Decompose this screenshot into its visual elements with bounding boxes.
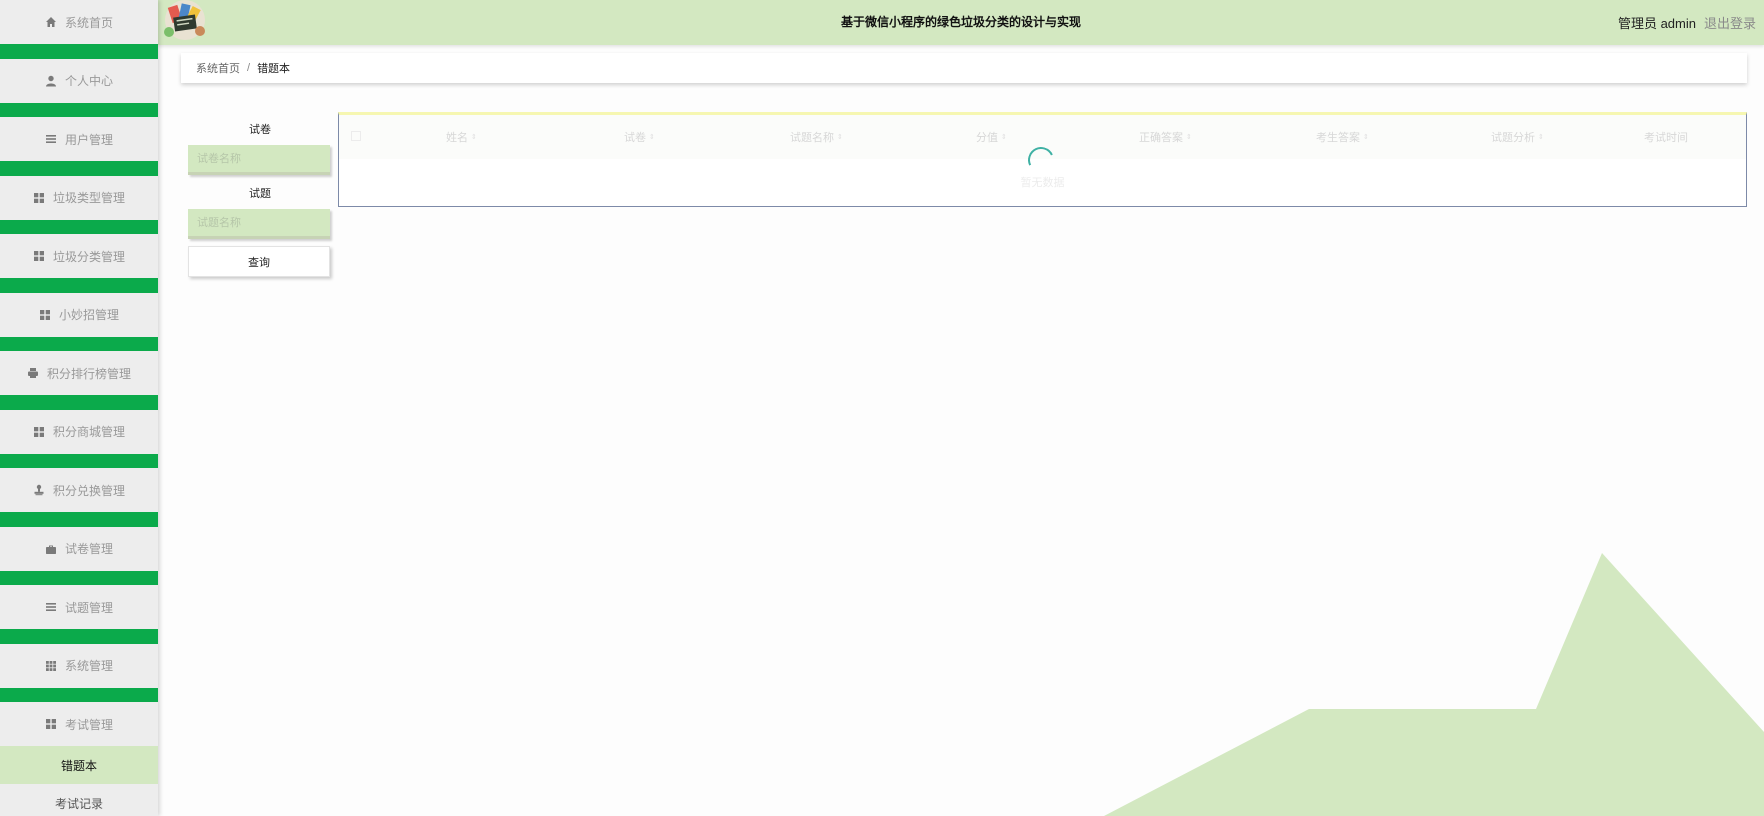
menu-divider (0, 512, 158, 527)
column-label: 试题名称 (790, 132, 834, 144)
sort-icon: ⇕ (1538, 134, 1544, 141)
current-user: 管理员 admin (1617, 16, 1696, 31)
sidebar-subitem-label: 错题本 (60, 758, 97, 773)
data-table: 姓名 ⇕ 试卷 ⇕ 试题名称 ⇕ 分值 ⇕ 正确答案 ⇕ 考生答案 ⇕ 试题分析 ⇕ 考试时间… (338, 112, 1747, 207)
breadcrumb-separator: / (247, 62, 251, 74)
sidebar-item-points-exchange[interactable]: 积分兑换管理 (0, 468, 158, 512)
column-header-paper[interactable]: 试卷 ⇕ (624, 115, 655, 159)
grid-icon (33, 250, 45, 262)
breadcrumb: 系统首页 / 错题本 (181, 53, 1747, 83)
question-name-input[interactable] (188, 209, 330, 239)
menu-divider (0, 570, 158, 585)
column-label: 试题分析 (1491, 132, 1535, 144)
sidebar-item-leaderboard[interactable]: 积分排行榜管理 (0, 351, 158, 395)
sidebar-item-garbage-type[interactable]: 垃圾类型管理 (0, 175, 158, 220)
site-title: 基于微信小程序的绿色垃圾分类的设计与实现 (840, 15, 1081, 29)
briefcase-icon (45, 543, 57, 555)
menu-divider (0, 278, 158, 293)
grid-icon (33, 426, 45, 438)
column-header-student-answer[interactable]: 考生答案 ⇕ (1316, 115, 1369, 159)
column-label: 分值 (976, 132, 998, 144)
menu-divider (0, 687, 158, 702)
column-label: 正确答案 (1139, 132, 1183, 144)
sidebar-item-home[interactable]: 系统首页 (0, 0, 158, 44)
menu-divider (0, 453, 158, 468)
sidebar-subitem-exam-records[interactable]: 考试记录 (0, 784, 158, 816)
logout-link[interactable]: 退出登录 (1704, 13, 1756, 32)
sort-icon: ⇕ (1363, 134, 1369, 141)
user-area: 管理员 admin 退出登录 (1618, 0, 1756, 45)
sidebar-item-points-mall[interactable]: 积分商城管理 (0, 409, 158, 454)
search-panel: 试卷 试题 查询 (188, 113, 332, 277)
decorative-shape (1104, 553, 1764, 816)
sidebar-item-label: 积分排行榜管理 (46, 366, 131, 381)
column-label: 姓名 (446, 132, 468, 144)
sidebar-item-label: 小妙招管理 (58, 308, 119, 322)
column-label: 试卷 (624, 132, 646, 144)
sidebar-item-label: 个人中心 (64, 74, 113, 88)
sidebar-item-label: 积分兑换管理 (52, 483, 125, 498)
sidebar-subitem-wrong-answers[interactable]: 错题本 (0, 746, 158, 784)
column-header-score[interactable]: 分值 ⇕ (976, 115, 1007, 159)
paper-label: 试卷 (249, 124, 271, 136)
grid-icon (33, 192, 45, 204)
sidebar-item-label: 垃圾类型管理 (52, 191, 125, 205)
column-header-correct-answer[interactable]: 正确答案 ⇕ (1139, 115, 1192, 159)
sidebar-subitem-label: 考试记录 (54, 796, 103, 811)
menu-divider (0, 219, 158, 234)
column-header-name[interactable]: 姓名 ⇕ (446, 115, 477, 159)
sidebar-item-exams[interactable]: 考试管理 (0, 702, 158, 746)
apps-icon (45, 660, 57, 672)
menu-divider (0, 102, 158, 117)
breadcrumb-current: 错题本 (257, 63, 291, 75)
sidebar: 系统首页 个人中心 用户管理 垃圾类型管理 垃圾分类管理 小妙招管理 积分排行榜… (0, 0, 158, 816)
empty-text: 暂无数据 (1020, 177, 1065, 189)
sidebar-item-label: 考试管理 (64, 717, 113, 732)
sidebar-item-label: 用户管理 (64, 132, 113, 147)
sidebar-item-papers[interactable]: 试卷管理 (0, 526, 158, 571)
sidebar-item-label: 垃圾分类管理 (52, 249, 125, 264)
user-icon (45, 75, 57, 87)
sidebar-item-garbage-category[interactable]: 垃圾分类管理 (0, 234, 158, 278)
sidebar-item-profile[interactable]: 个人中心 (0, 58, 158, 103)
select-all-checkbox[interactable] (351, 131, 361, 141)
sort-icon: ⇕ (471, 134, 477, 141)
column-header-analysis[interactable]: 试题分析 ⇕ (1491, 115, 1544, 159)
sidebar-item-label: 系统管理 (64, 659, 113, 673)
column-header-exam-time[interactable]: 考试时间 (1644, 115, 1688, 159)
printer-icon (27, 367, 39, 379)
grid-icon (45, 718, 57, 730)
stamp-icon (33, 484, 45, 496)
menu-divider (0, 336, 158, 351)
paper-name-input[interactable] (188, 145, 330, 175)
sort-icon: ⇕ (1186, 134, 1192, 141)
search-button[interactable]: 查询 (188, 246, 330, 277)
menu-divider (0, 395, 158, 410)
sidebar-item-users[interactable]: 用户管理 (0, 117, 158, 161)
sort-icon: ⇕ (837, 134, 843, 141)
sidebar-item-label: 试题管理 (64, 600, 113, 615)
menu-divider (0, 629, 158, 644)
sidebar-item-tips[interactable]: 小妙招管理 (0, 292, 158, 337)
sort-icon: ⇕ (649, 134, 655, 141)
column-label: 考生答案 (1316, 132, 1360, 144)
sidebar-item-label: 积分商城管理 (52, 425, 125, 439)
home-icon (45, 16, 57, 28)
breadcrumb-home[interactable]: 系统首页 (196, 60, 240, 76)
menu-divider (0, 44, 158, 59)
top-header: 基于微信小程序的绿色垃圾分类的设计与实现 管理员 admin 退出登录 (158, 0, 1764, 45)
sort-icon: ⇕ (1001, 134, 1007, 141)
list-icon (45, 133, 57, 145)
grid-icon (39, 309, 51, 321)
sidebar-item-questions[interactable]: 试题管理 (0, 585, 158, 629)
column-header-question-name[interactable]: 试题名称 ⇕ (790, 115, 843, 159)
list-icon (45, 601, 57, 613)
menu-divider (0, 161, 158, 176)
sidebar-item-label: 系统首页 (64, 15, 113, 30)
column-label: 考试时间 (1644, 132, 1688, 144)
question-label: 试题 (249, 188, 271, 200)
sidebar-item-label: 试卷管理 (64, 542, 113, 556)
sidebar-item-system[interactable]: 系统管理 (0, 643, 158, 688)
